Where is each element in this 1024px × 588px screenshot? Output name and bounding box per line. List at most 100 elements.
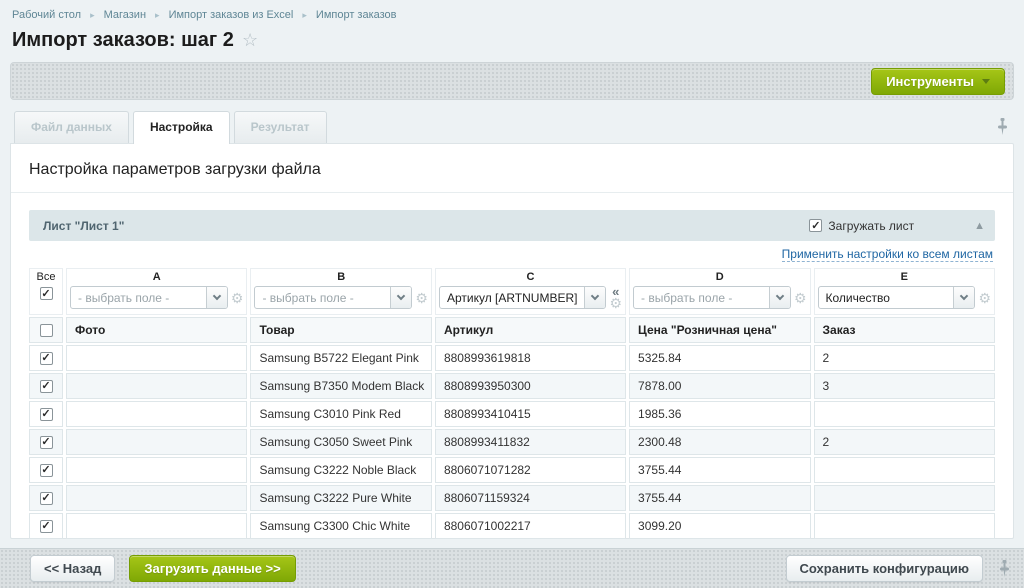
sheet-header: Лист "Лист 1" Загружать лист ▲	[29, 210, 995, 241]
cell-price: 5325.84	[629, 345, 810, 371]
chevron-down-icon	[584, 287, 605, 308]
breadcrumb-import-excel[interactable]: Импорт заказов из Excel	[169, 9, 294, 21]
cell-photo	[66, 485, 247, 511]
breadcrumb-arrow-icon: ▸	[155, 11, 160, 20]
cell-order	[814, 457, 995, 483]
cell-price: 3755.44	[629, 485, 810, 511]
cell-price: 3099.20	[629, 513, 810, 539]
footer-bar: << Назад Загрузить данные >> Сохранить к…	[0, 548, 1024, 588]
cell-order: 2	[814, 345, 995, 371]
cell-photo	[66, 429, 247, 455]
apply-to-all-sheets-link[interactable]: Применить настройки ко всем листам	[782, 247, 993, 262]
table-row-checkbox-cell	[29, 457, 63, 483]
pin-icon[interactable]	[999, 560, 1010, 577]
chevron-down-icon	[982, 79, 990, 84]
breadcrumb-desktop[interactable]: Рабочий стол	[12, 9, 81, 21]
table-row-checkbox-cell	[29, 373, 63, 399]
header-checkbox[interactable]	[40, 324, 53, 337]
tab-bar: Файл данных Настройка Результат	[10, 110, 1014, 143]
cell-product: Samsung B5722 Elegant Pink	[250, 345, 431, 371]
select-all-cell: Все	[29, 268, 63, 315]
cell-order: 2	[814, 429, 995, 455]
breadcrumb-arrow-icon: ▸	[90, 11, 95, 20]
column-header-product: Товар	[250, 317, 431, 343]
cell-price: 2300.48	[629, 429, 810, 455]
column-header-article: Артикул	[435, 317, 626, 343]
cell-product: Samsung C3010 Pink Red	[250, 401, 431, 427]
row-checkbox[interactable]	[40, 520, 53, 533]
breadcrumb-import-orders[interactable]: Импорт заказов	[316, 9, 397, 21]
cell-price: 1985.36	[629, 401, 810, 427]
gear-icon[interactable]: ⚙	[415, 292, 428, 304]
pin-icon[interactable]	[991, 118, 1014, 135]
chevron-down-icon	[769, 287, 790, 308]
column-header-photo: Фото	[66, 317, 247, 343]
load-sheet-label: Загружать лист	[828, 219, 914, 233]
column-map-c: C Артикул [ARTNUMBER] « ⚙	[435, 268, 626, 315]
save-configuration-button[interactable]: Сохранить конфигурацию	[786, 555, 983, 582]
row-checkbox[interactable]	[40, 408, 53, 421]
cell-price: 3755.44	[629, 457, 810, 483]
column-header-price: Цена "Розничная цена"	[629, 317, 810, 343]
select-all-checkbox[interactable]	[40, 287, 53, 300]
tab-settings[interactable]: Настройка	[133, 111, 230, 144]
cell-article: 8806071002217	[435, 513, 626, 539]
row-checkbox[interactable]	[40, 436, 53, 449]
gear-icon[interactable]: ⚙	[978, 292, 991, 304]
chevron-down-icon	[390, 287, 411, 308]
field-select-d[interactable]: - выбрать поле -	[633, 286, 791, 309]
cell-article: 8806071159324	[435, 485, 626, 511]
back-button[interactable]: << Назад	[30, 555, 115, 582]
load-sheet-checkbox[interactable]	[809, 219, 822, 232]
cell-article: 8808993410415	[435, 401, 626, 427]
cell-photo	[66, 401, 247, 427]
breadcrumb-arrow-icon: ▸	[302, 11, 307, 20]
breadcrumb: Рабочий стол ▸ Магазин ▸ Импорт заказов …	[0, 0, 1024, 23]
tools-button[interactable]: Инструменты	[871, 68, 1005, 95]
cell-product: Samsung C3222 Pure White	[250, 485, 431, 511]
gear-icon[interactable]: ⚙	[231, 292, 244, 304]
table-row-checkbox-cell	[29, 345, 63, 371]
row-checkbox[interactable]	[40, 492, 53, 505]
page-title: Импорт заказов: шаг 2	[12, 29, 234, 52]
load-data-button[interactable]: Загрузить данные >>	[129, 555, 295, 582]
cell-article: 8806071071282	[435, 457, 626, 483]
table-row-checkbox-cell	[29, 429, 63, 455]
tools-button-label: Инструменты	[886, 74, 974, 89]
column-map-a: A - выбрать поле - ⚙	[66, 268, 247, 315]
gear-icon[interactable]: ⚙	[794, 292, 807, 304]
column-map-b: B - выбрать поле - ⚙	[250, 268, 431, 315]
cell-product: Samsung B7350 Modem Black	[250, 373, 431, 399]
sheet-section: Лист "Лист 1" Загружать лист ▲ Применить…	[29, 210, 995, 539]
panel-heading: Настройка параметров загрузки файла	[11, 144, 1013, 193]
cell-order	[814, 513, 995, 539]
row-checkbox[interactable]	[40, 380, 53, 393]
table-row-checkbox-cell	[29, 401, 63, 427]
cell-article: 8808993950300	[435, 373, 626, 399]
cell-photo	[66, 345, 247, 371]
row-checkbox[interactable]	[40, 352, 53, 365]
field-select-c[interactable]: Артикул [ARTNUMBER]	[439, 286, 607, 309]
field-select-e[interactable]: Количество	[818, 286, 976, 309]
cell-article: 8808993619818	[435, 345, 626, 371]
chevron-down-icon	[206, 287, 227, 308]
cell-photo	[66, 513, 247, 539]
mapping-table: Все A - выбрать поле - ⚙ B - выбрать п	[29, 268, 995, 539]
gear-icon[interactable]: ⚙	[609, 297, 622, 309]
breadcrumb-shop[interactable]: Магазин	[104, 9, 146, 21]
cell-price: 7878.00	[629, 373, 810, 399]
collapse-sheet-icon[interactable]: ▲	[974, 220, 985, 232]
favorite-star-icon[interactable]: ☆	[242, 30, 258, 51]
chevron-down-icon	[953, 287, 974, 308]
cell-photo	[66, 457, 247, 483]
field-select-a[interactable]: - выбрать поле -	[70, 286, 228, 309]
cell-product: Samsung C3050 Sweet Pink	[250, 429, 431, 455]
select-all-label: Все	[37, 270, 56, 284]
cell-article: 8808993411832	[435, 429, 626, 455]
cell-order	[814, 485, 995, 511]
table-row-checkbox-cell	[29, 513, 63, 539]
header-checkbox-cell	[29, 317, 63, 343]
column-header-order: Заказ	[814, 317, 995, 343]
field-select-b[interactable]: - выбрать поле -	[254, 286, 412, 309]
row-checkbox[interactable]	[40, 464, 53, 477]
